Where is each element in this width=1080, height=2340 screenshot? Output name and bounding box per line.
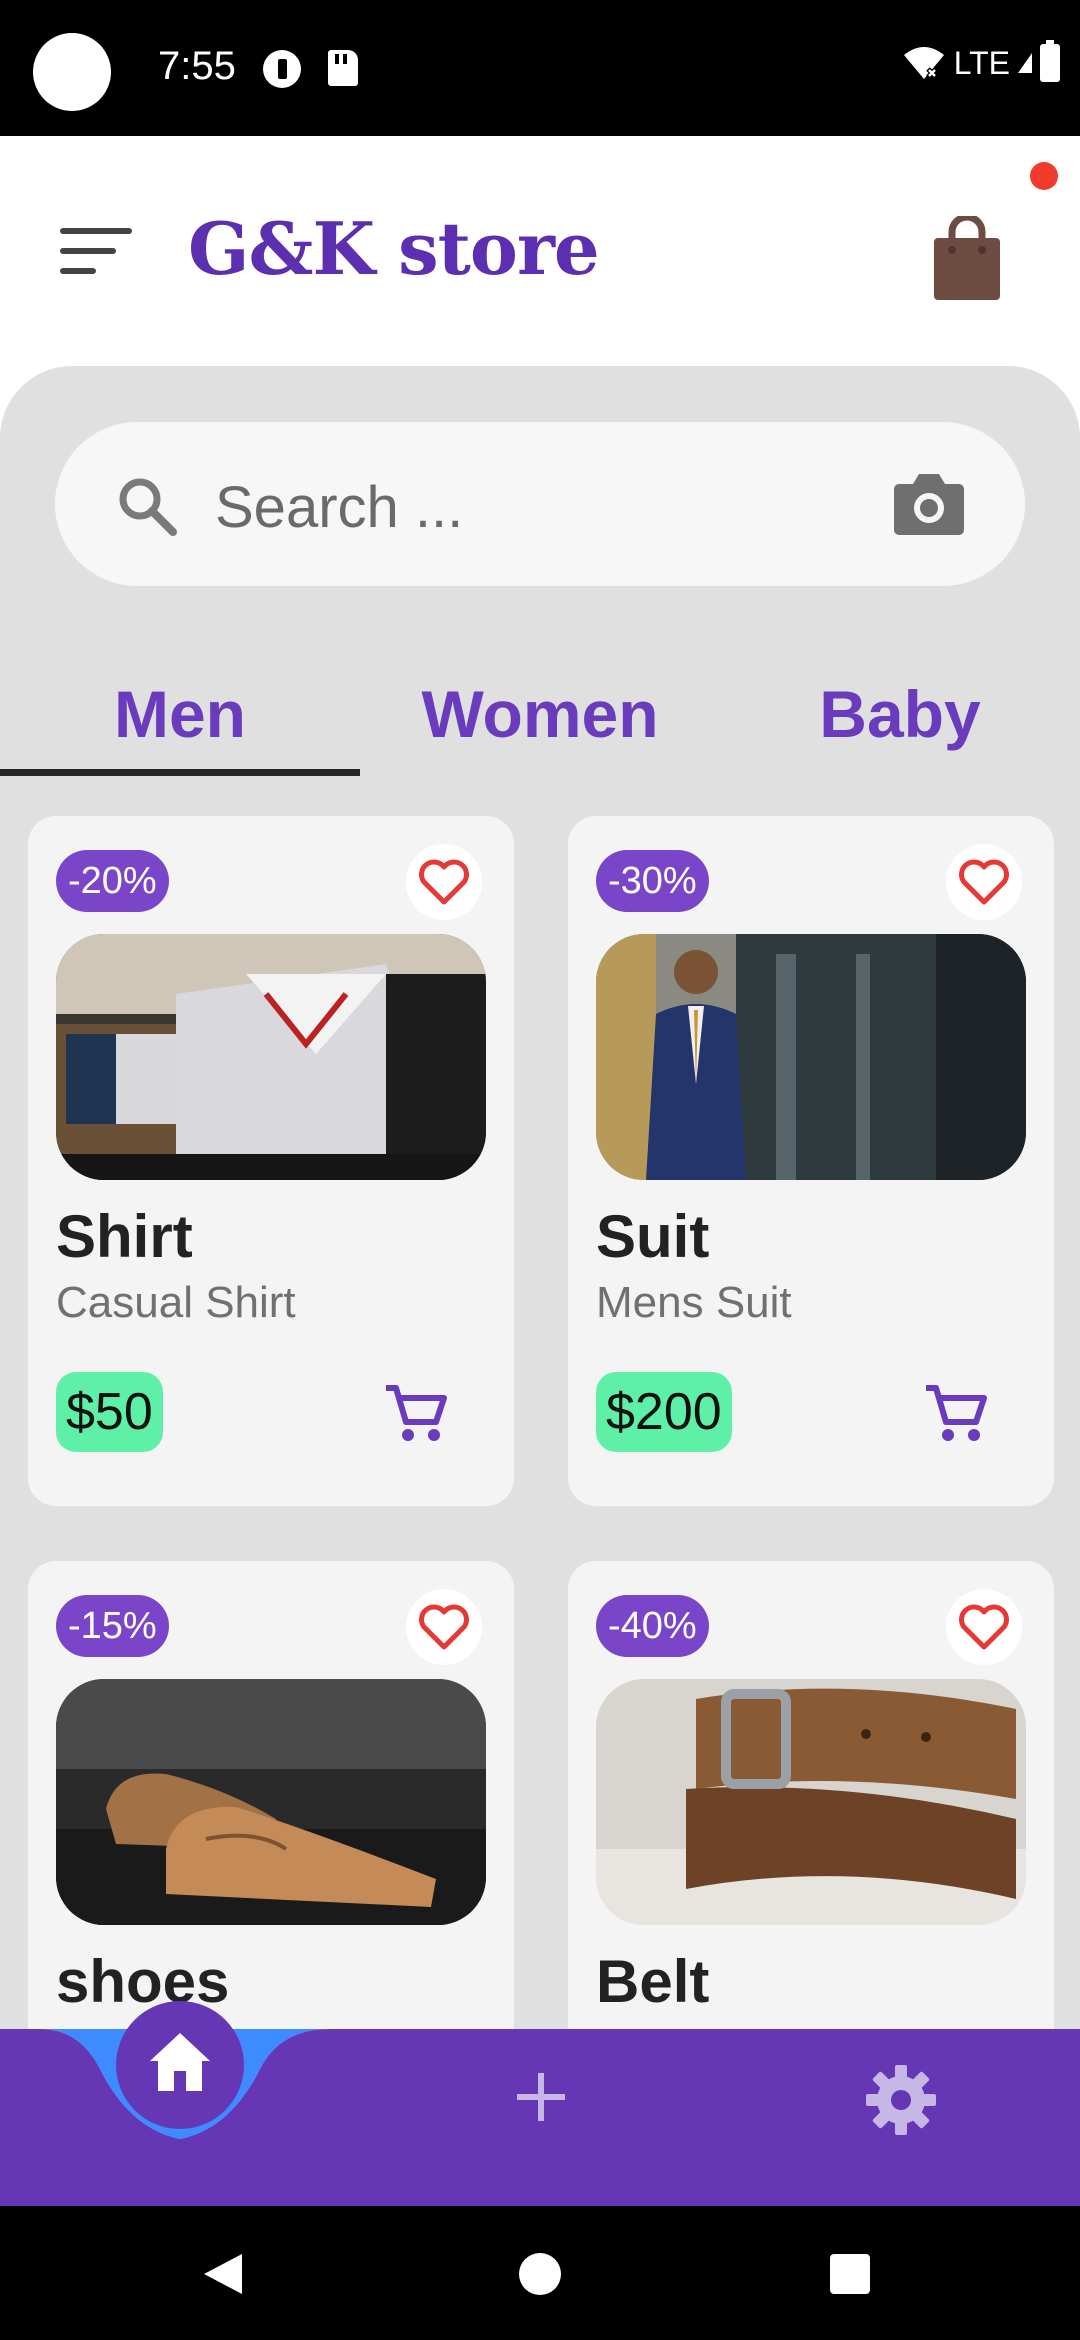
camera-cutout bbox=[33, 33, 111, 111]
tab-baby[interactable]: Baby bbox=[720, 676, 1080, 752]
product-image-belt bbox=[596, 1679, 1026, 1925]
add-icon[interactable] bbox=[515, 2071, 567, 2123]
discount-badge: -40% bbox=[596, 1595, 709, 1657]
tab-men[interactable]: Men bbox=[0, 676, 360, 752]
data-saver-icon bbox=[263, 50, 301, 88]
product-description: Mens Suit bbox=[596, 1278, 792, 1327]
product-price: $200 bbox=[596, 1372, 732, 1452]
system-navigation-bar bbox=[0, 2206, 1080, 2340]
favorite-button[interactable] bbox=[406, 1589, 482, 1665]
signal-icon bbox=[1018, 53, 1032, 73]
app-title: G&K store bbox=[188, 206, 600, 291]
product-image-shoes bbox=[56, 1679, 486, 1925]
bottom-navigation bbox=[0, 2001, 1080, 2206]
status-time: 7:55 bbox=[158, 44, 236, 88]
add-to-cart-icon[interactable] bbox=[924, 1382, 988, 1444]
status-indicators: LTE bbox=[902, 40, 1060, 82]
heart-icon bbox=[419, 859, 469, 905]
home-icon bbox=[150, 2033, 210, 2091]
product-price: $50 bbox=[56, 1372, 163, 1452]
status-bar: 7:55 LTE bbox=[0, 0, 1080, 136]
network-type: LTE bbox=[953, 44, 1010, 81]
settings-icon[interactable] bbox=[866, 2065, 936, 2135]
recents-button[interactable] bbox=[830, 2254, 870, 2294]
product-image-suit bbox=[596, 934, 1026, 1180]
product-image-shirt bbox=[56, 934, 486, 1180]
heart-icon bbox=[959, 859, 1009, 905]
wifi-off-icon bbox=[902, 45, 946, 81]
app-screen: G&K store Search ... Men Women Baby -20%… bbox=[0, 136, 1080, 2206]
product-card[interactable]: -30% Suit Mens Suit $200 bbox=[568, 816, 1054, 1506]
shopping-bag-icon[interactable] bbox=[930, 216, 1004, 300]
discount-badge: -15% bbox=[56, 1595, 169, 1657]
discount-badge: -30% bbox=[596, 850, 709, 912]
home-button[interactable] bbox=[116, 2001, 244, 2129]
favorite-button[interactable] bbox=[406, 844, 482, 920]
heart-icon bbox=[419, 1604, 469, 1650]
system-home-button[interactable] bbox=[519, 2253, 561, 2295]
add-to-cart-icon[interactable] bbox=[384, 1382, 448, 1444]
tab-indicator bbox=[0, 769, 360, 776]
product-name: Suit bbox=[596, 1203, 710, 1270]
favorite-button[interactable] bbox=[946, 844, 1022, 920]
search-bar[interactable]: Search ... bbox=[55, 422, 1025, 586]
discount-badge: -20% bbox=[56, 850, 169, 912]
search-icon bbox=[119, 478, 177, 536]
category-tabs: Men Women Baby bbox=[0, 626, 1080, 776]
product-name: Shirt bbox=[56, 1203, 193, 1270]
menu-icon[interactable] bbox=[60, 228, 136, 278]
product-name: Belt bbox=[596, 1948, 710, 2015]
camera-icon[interactable] bbox=[893, 470, 965, 536]
battery-icon bbox=[1040, 40, 1060, 82]
heart-icon bbox=[959, 1604, 1009, 1650]
search-input[interactable]: Search ... bbox=[215, 474, 463, 541]
product-description: Casual Shirt bbox=[56, 1278, 296, 1327]
product-card[interactable]: -20% Shirt Casual Shirt $50 bbox=[28, 816, 514, 1506]
notification-dot bbox=[1030, 162, 1058, 190]
tab-women[interactable]: Women bbox=[360, 676, 720, 752]
app-bar: G&K store bbox=[0, 136, 1080, 366]
back-icon[interactable] bbox=[202, 2252, 244, 2296]
favorite-button[interactable] bbox=[946, 1589, 1022, 1665]
sd-card-icon bbox=[328, 50, 358, 86]
main-content: Search ... Men Women Baby -20% Shirt Cas… bbox=[0, 366, 1080, 2206]
